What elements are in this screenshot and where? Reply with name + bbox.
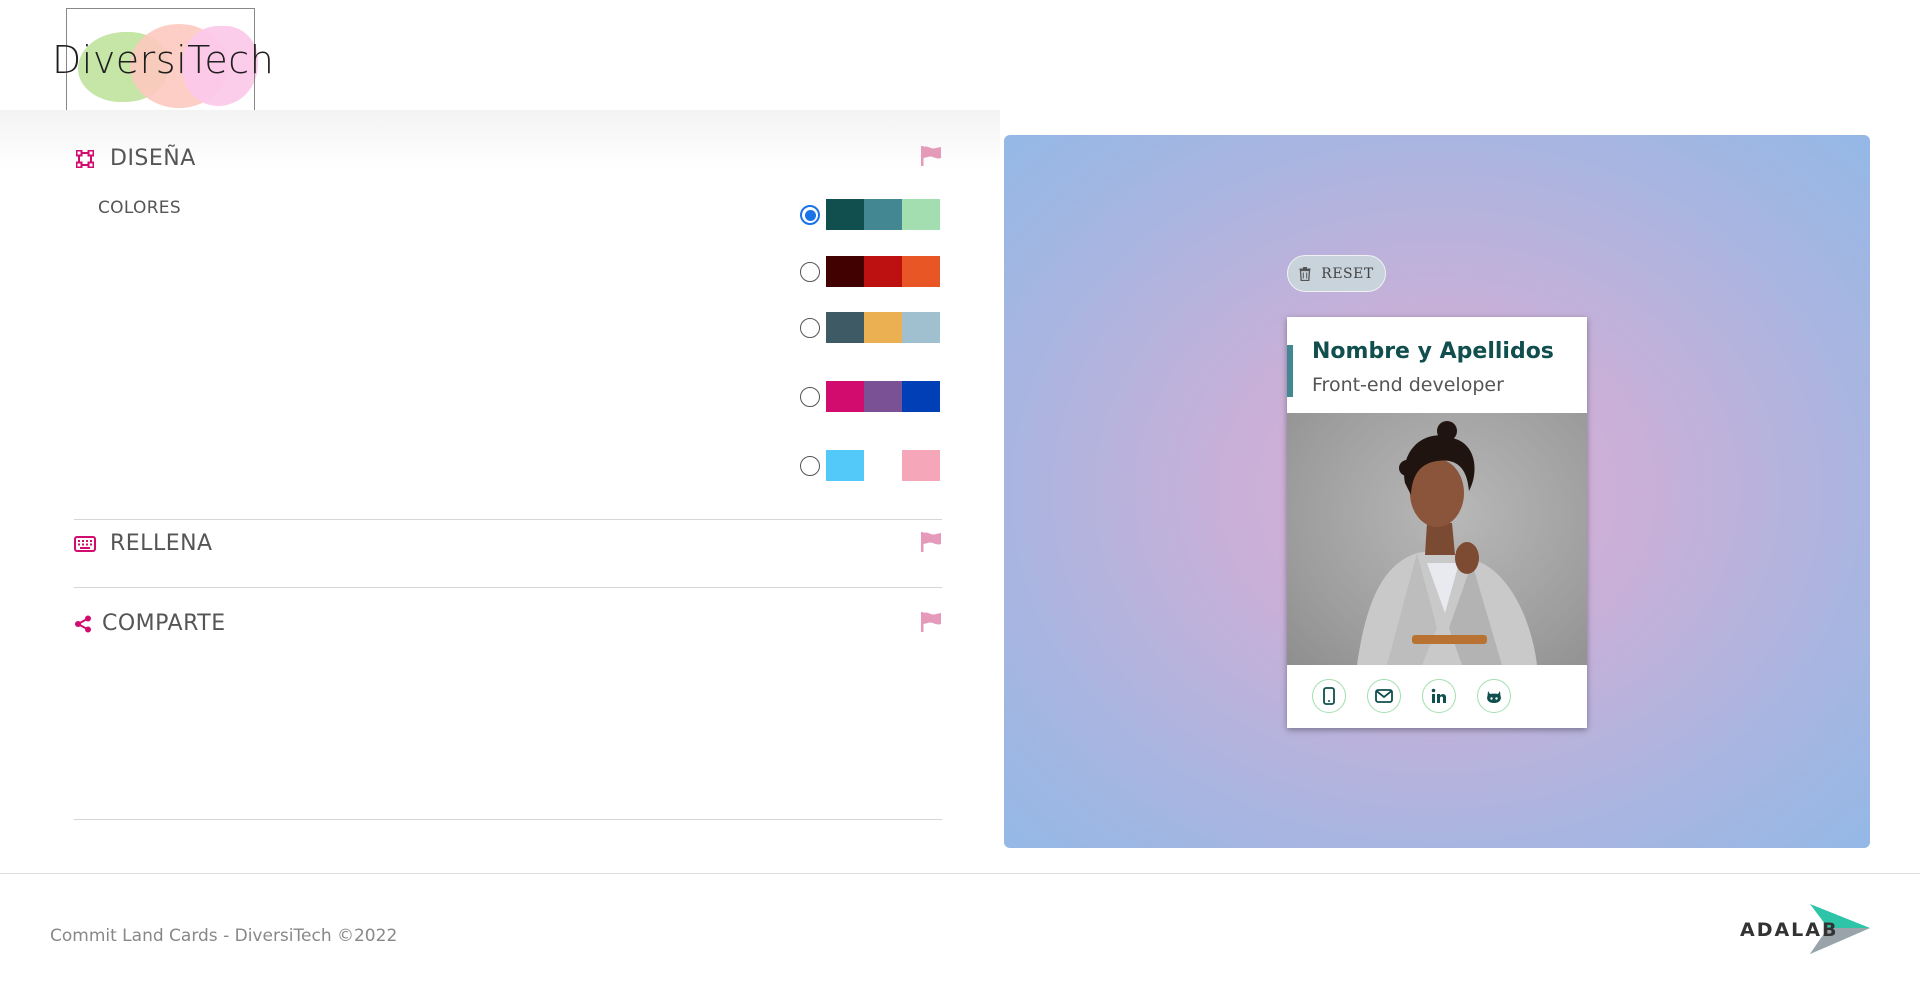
reset-label: RESET	[1321, 265, 1374, 282]
palette-swatch	[902, 381, 940, 412]
palette-radio-5[interactable]	[800, 455, 820, 476]
flag-icon	[920, 611, 944, 633]
section-divider	[74, 519, 942, 520]
linkedin-icon[interactable]	[1422, 679, 1456, 713]
palette-swatch	[864, 199, 902, 230]
fill-section-header[interactable]: RELLENA	[74, 531, 213, 556]
flag-icon	[920, 531, 944, 553]
logo-text: DiversiTech	[52, 38, 275, 82]
reset-button[interactable]: RESET	[1287, 255, 1386, 292]
palette-swatch	[902, 256, 940, 287]
card-name: Nombre y Apellidos	[1312, 339, 1554, 364]
palette-option-4[interactable]	[800, 381, 940, 412]
palette-swatch	[826, 381, 864, 412]
diversitech-logo[interactable]: DiversiTech	[52, 8, 274, 110]
footer-divider	[0, 873, 1920, 874]
share-icon	[74, 613, 92, 635]
footer-copyright: Commit Land Cards - DiversiTech ©2022	[50, 926, 398, 946]
card-social-links	[1312, 679, 1532, 713]
palette-swatch	[826, 450, 864, 481]
palette-swatch	[826, 256, 864, 287]
palette-swatch	[902, 450, 940, 481]
header: DiversiTech	[0, 0, 1920, 110]
palette-radio-3[interactable]	[800, 317, 820, 338]
colors-label: COLORES	[98, 198, 181, 218]
keyboard-icon	[74, 533, 96, 555]
section-divider	[74, 819, 942, 820]
flag-icon	[920, 145, 944, 167]
fill-section-title: RELLENA	[110, 531, 213, 556]
palette-swatch	[864, 256, 902, 287]
palette-swatch	[826, 199, 864, 230]
adalab-logo-text: ADALAB	[1740, 919, 1838, 941]
trash-icon	[1299, 266, 1311, 281]
adalab-logo[interactable]: ADALAB	[1740, 904, 1870, 956]
palette-radio-1[interactable]	[800, 204, 820, 225]
card-photo	[1287, 413, 1587, 665]
section-divider	[74, 587, 942, 588]
profile-card: Nombre y Apellidos Front-end developer	[1287, 317, 1587, 728]
palette-option-5[interactable]	[800, 450, 940, 481]
card-job: Front-end developer	[1312, 374, 1504, 396]
vector-square-icon	[74, 148, 96, 170]
phone-icon[interactable]	[1312, 679, 1346, 713]
palette-swatch	[864, 381, 902, 412]
palette-radio-4[interactable]	[800, 386, 820, 407]
palette-option-1[interactable]	[800, 199, 940, 230]
design-section-header[interactable]: DISEÑA	[74, 146, 196, 171]
mail-icon[interactable]	[1367, 679, 1401, 713]
palette-swatch	[826, 312, 864, 343]
share-section-header[interactable]: COMPARTE	[74, 611, 226, 636]
palette-swatch	[864, 450, 902, 481]
design-section-title: DISEÑA	[110, 146, 196, 171]
palette-option-2[interactable]	[800, 256, 940, 287]
card-accent-bar	[1287, 345, 1293, 397]
palette-radio-2[interactable]	[800, 261, 820, 282]
share-section-title: COMPARTE	[102, 611, 226, 636]
palette-swatch	[902, 199, 940, 230]
github-icon[interactable]	[1477, 679, 1511, 713]
palette-swatch	[864, 312, 902, 343]
palette-option-3[interactable]	[800, 312, 940, 343]
palette-swatch	[902, 312, 940, 343]
